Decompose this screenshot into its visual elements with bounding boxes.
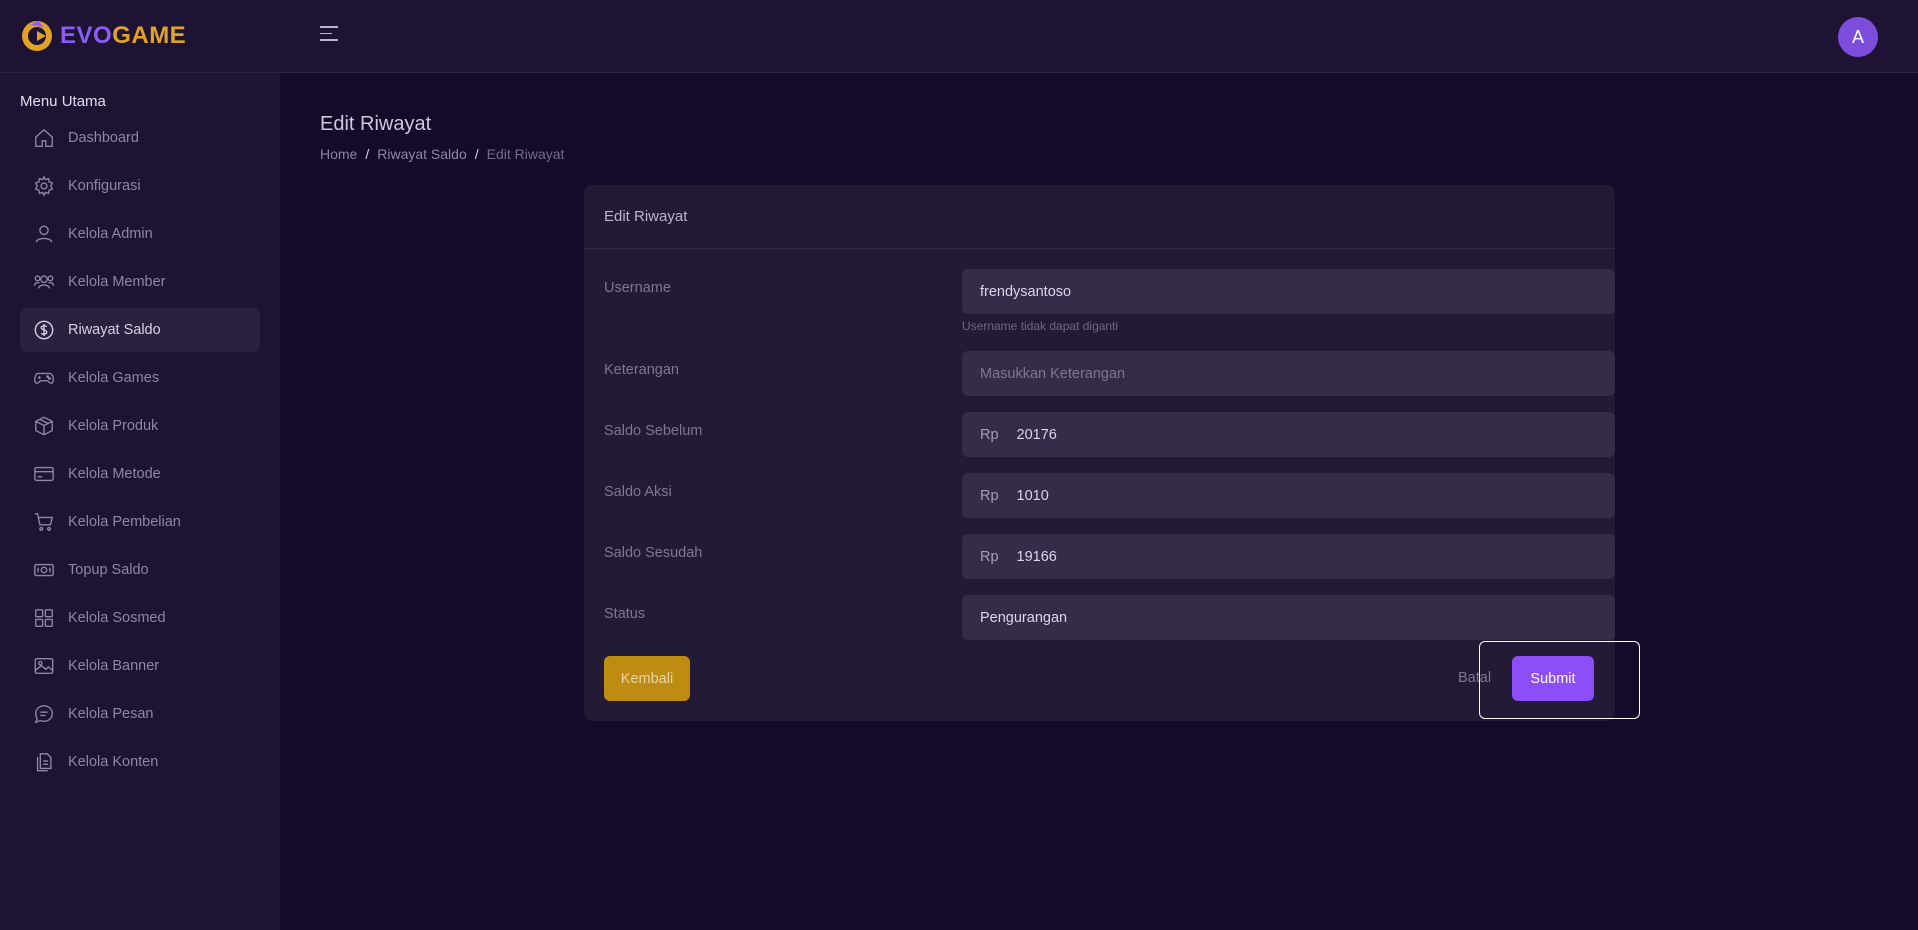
sidebar-item-kelola-metode[interactable]: Kelola Metode [20, 452, 260, 496]
keterangan-label: Keterangan [604, 362, 679, 378]
saldo-sebelum-label: Saldo Sebelum [604, 423, 703, 439]
currency-prefix: Rp [980, 548, 999, 565]
saldo-sebelum-field[interactable]: Rp [962, 412, 1615, 457]
status-field[interactable] [962, 595, 1615, 640]
sidebar-menu: Dashboard Konfigurasi Kelola Admin Kelol… [20, 116, 260, 788]
sidebar-item-label: Kelola Sosmed [68, 610, 166, 626]
document-icon [36, 753, 52, 772]
brand-name-part2: GAME [112, 22, 187, 49]
home-icon [35, 128, 53, 147]
submit-button[interactable]: Submit [1512, 656, 1594, 701]
sidebar-item-kelola-pesan[interactable]: Kelola Pesan [20, 692, 260, 736]
saldo-sesudah-field[interactable]: Rp [962, 534, 1615, 579]
username-hint: Username tidak dapat diganti [962, 319, 1119, 333]
currency-prefix: Rp [980, 426, 999, 443]
sidebar-item-label: Kelola Banner [68, 658, 160, 674]
saldo-sebelum-input[interactable] [1016, 426, 1615, 443]
username-field[interactable] [962, 269, 1615, 314]
dollar-circle-icon [34, 320, 54, 340]
username-label: Username [604, 280, 671, 296]
logo-icon [22, 21, 52, 51]
brand-name-part1: EVO [60, 22, 113, 49]
money-icon [34, 563, 54, 577]
breadcrumb: Home / Riwayat Saldo / Edit Riwayat [320, 146, 564, 162]
sidebar-item-label: Topup Saldo [68, 562, 149, 578]
sidebar-item-dashboard[interactable]: Dashboard [20, 116, 260, 160]
cancel-button[interactable]: Batal [1458, 670, 1491, 686]
brand-logo[interactable]: EVOGAME [20, 18, 186, 54]
page-title: Edit Riwayat [320, 113, 432, 135]
saldo-sesudah-label: Saldo Sesudah [604, 545, 703, 561]
sidebar-item-kelola-banner[interactable]: Kelola Banner [20, 644, 260, 688]
top-bar: EVOGAME A [0, 0, 1918, 73]
gamepad-icon [34, 372, 54, 384]
sidebar-item-kelola-produk[interactable]: Kelola Produk [20, 404, 260, 448]
saldo-sesudah-input[interactable] [1016, 548, 1615, 565]
image-icon [34, 657, 54, 675]
chat-icon [34, 705, 53, 724]
hamburger-icon[interactable] [320, 26, 340, 46]
sidebar-item-label: Kelola Produk [68, 418, 159, 434]
grid-icon [35, 609, 53, 627]
breadcrumb-separator: / [474, 146, 479, 162]
sidebar-item-label: Dashboard [68, 130, 139, 146]
keterangan-input[interactable] [980, 365, 1615, 382]
breadcrumb-separator: / [365, 146, 370, 162]
sidebar-item-label: Kelola Pembelian [68, 514, 181, 530]
breadcrumb-riwayat-saldo[interactable]: Riwayat Saldo [377, 146, 467, 162]
status-input[interactable] [980, 609, 1615, 626]
card-title: Edit Riwayat [584, 185, 1615, 249]
sidebar-item-kelola-games[interactable]: Kelola Games [20, 356, 260, 400]
username-input[interactable] [980, 283, 1615, 300]
saldo-aksi-field[interactable]: Rp [962, 473, 1615, 518]
credit-card-icon [34, 466, 54, 482]
saldo-aksi-label: Saldo Aksi [604, 484, 672, 500]
sidebar-item-topup-saldo[interactable]: Topup Saldo [20, 548, 260, 592]
edit-riwayat-card: Edit Riwayat Username Username tidak dap… [584, 185, 1615, 721]
keterangan-field[interactable] [962, 351, 1615, 396]
sidebar-item-label: Kelola Member [68, 274, 166, 290]
cart-icon [34, 513, 54, 531]
sidebar-item-kelola-pembelian[interactable]: Kelola Pembelian [20, 500, 260, 544]
breadcrumb-current: Edit Riwayat [486, 146, 565, 162]
sidebar-item-label: Kelola Konten [68, 754, 159, 770]
gear-icon [34, 175, 54, 197]
sidebar-item-label: Kelola Metode [68, 466, 161, 482]
sidebar-item-label: Konfigurasi [68, 178, 141, 194]
brand-name: EVOGAME [60, 22, 186, 50]
sidebar-item-kelola-admin[interactable]: Kelola Admin [20, 212, 260, 256]
breadcrumb-home[interactable]: Home [320, 146, 357, 162]
sidebar-item-label: Kelola Pesan [68, 706, 154, 722]
back-button[interactable]: Kembali [604, 656, 690, 701]
sidebar-item-label: Riwayat Saldo [68, 322, 161, 338]
sidebar-item-kelola-sosmed[interactable]: Kelola Sosmed [20, 596, 260, 640]
sidebar: Menu Utama Dashboard Konfigurasi Kelola … [0, 73, 280, 930]
box-icon [35, 416, 53, 436]
saldo-aksi-input[interactable] [1016, 487, 1615, 504]
currency-prefix: Rp [980, 487, 999, 504]
sidebar-item-label: Kelola Admin [68, 226, 153, 242]
sidebar-item-konfigurasi[interactable]: Konfigurasi [20, 164, 260, 208]
sidebar-item-riwayat-saldo[interactable]: Riwayat Saldo [20, 308, 260, 352]
user-icon [35, 225, 53, 243]
sidebar-item-kelola-konten[interactable]: Kelola Konten [20, 740, 260, 784]
sidebar-item-kelola-member[interactable]: Kelola Member [20, 260, 260, 304]
status-label: Status [604, 606, 646, 622]
users-icon [33, 275, 55, 289]
avatar[interactable]: A [1838, 17, 1878, 57]
sidebar-item-label: Kelola Games [68, 370, 160, 386]
sidebar-heading: Menu Utama [20, 93, 106, 110]
